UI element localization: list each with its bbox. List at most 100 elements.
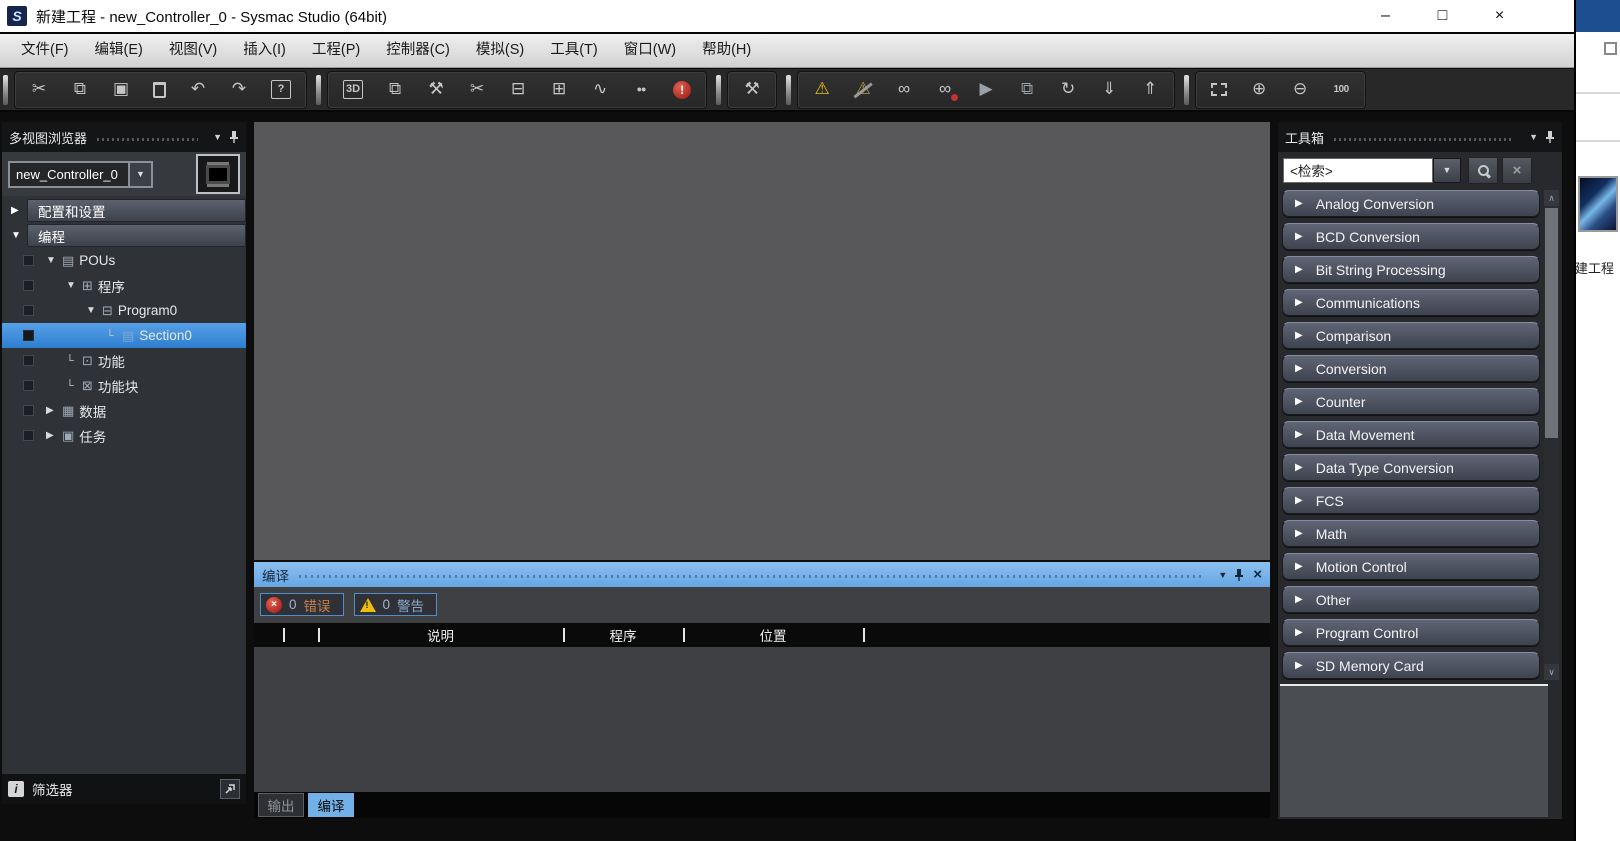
abort-build-icon[interactable]: ⚠ bbox=[854, 80, 872, 99]
controller-select[interactable]: new_Controller_0 ▼ bbox=[8, 161, 153, 188]
expander-icon[interactable]: ▶ bbox=[11, 205, 19, 216]
chevron-down-icon[interactable]: ▼ bbox=[213, 132, 222, 142]
menu-item-file[interactable]: 文件(F) bbox=[8, 34, 82, 67]
toolbox-category-bit-string-processing[interactable]: ▶Bit String Processing bbox=[1282, 256, 1540, 283]
scroll-down-button[interactable]: ∨ bbox=[1544, 664, 1559, 680]
toolbox-category-communications[interactable]: ▶Communications bbox=[1282, 289, 1540, 316]
expander-icon[interactable]: ▼ bbox=[66, 280, 77, 291]
pin-icon[interactable] bbox=[1545, 130, 1555, 144]
search-binoculars-icon[interactable]: ●● bbox=[632, 85, 650, 95]
toolbox-category-data-type-conversion[interactable]: ▶Data Type Conversion bbox=[1282, 454, 1540, 481]
undo-icon[interactable]: ↶ bbox=[189, 80, 207, 99]
toolbox-category-other[interactable]: ▶Other bbox=[1282, 586, 1540, 613]
tree-item-box[interactable] bbox=[23, 305, 34, 316]
scroll-up-button[interactable]: ∧ bbox=[1544, 190, 1559, 206]
toolbox-category-counter[interactable]: ▶Counter bbox=[1282, 388, 1540, 415]
menu-item-help[interactable]: 帮助(H) bbox=[689, 34, 764, 67]
tree-item-任务[interactable]: ▶▣任务 bbox=[2, 423, 246, 448]
windows-icon[interactable]: ⧉ bbox=[386, 80, 404, 99]
chevron-down-icon[interactable]: ▼ bbox=[128, 161, 153, 188]
menu-item-project[interactable]: 工程(P) bbox=[299, 34, 373, 67]
toolbar-gripper[interactable] bbox=[3, 75, 8, 105]
expander-icon[interactable]: ▶ bbox=[46, 405, 57, 416]
project-item-label[interactable]: 新建工程 bbox=[1570, 258, 1620, 278]
maximize-button[interactable]: □ bbox=[1414, 1, 1471, 31]
tree-item-box[interactable] bbox=[23, 280, 34, 291]
menu-item-window[interactable]: 窗口(W) bbox=[611, 34, 689, 67]
tree-item-Program0[interactable]: ▼⊟Program0 bbox=[2, 298, 246, 323]
simulation-pages-icon[interactable]: ⧉ bbox=[1018, 80, 1036, 99]
toolbar-gripper[interactable] bbox=[786, 75, 791, 105]
toolbox-category-sd-memory-card[interactable]: ▶SD Memory Card bbox=[1282, 652, 1540, 679]
run-simulation-icon[interactable]: ▶ bbox=[977, 80, 995, 99]
abort-icon[interactable]: ! bbox=[673, 81, 691, 99]
tree-item-box[interactable] bbox=[23, 430, 34, 441]
tab-输出[interactable]: 输出 bbox=[258, 793, 304, 817]
3d-view-icon[interactable]: 3D bbox=[343, 80, 363, 98]
cross-reference-icon[interactable]: ⚒ bbox=[743, 80, 761, 99]
tree-item-box[interactable] bbox=[23, 255, 34, 266]
synchronize-icon[interactable]: ↻ bbox=[1059, 80, 1077, 99]
close-button[interactable]: × bbox=[1471, 1, 1528, 31]
delete-icon[interactable] bbox=[153, 82, 166, 98]
toolbox-category-comparison[interactable]: ▶Comparison bbox=[1282, 322, 1540, 349]
controller-chip-button[interactable] bbox=[196, 154, 240, 194]
minimize-button[interactable]: – bbox=[1357, 1, 1414, 31]
transfer-download-icon[interactable]: ⇓ bbox=[1100, 80, 1118, 99]
tree-item-功能块[interactable]: └⊠功能块 bbox=[2, 373, 246, 398]
watch-window-icon[interactable]: ⊟ bbox=[509, 80, 527, 99]
zoom-fit-icon[interactable] bbox=[1211, 83, 1227, 96]
stop-monitor-icon[interactable]: ∞ bbox=[936, 80, 954, 99]
project-thumbnail[interactable] bbox=[1578, 176, 1618, 232]
toolbox-category-program-control[interactable]: ▶Program Control bbox=[1282, 619, 1540, 646]
tree-item-POUs[interactable]: ▼▤POUs bbox=[2, 248, 246, 273]
toolbox-category-fcs[interactable]: ▶FCS bbox=[1282, 487, 1540, 514]
menu-item-edit[interactable]: 编辑(E) bbox=[82, 34, 156, 67]
filter-pin-button[interactable] bbox=[220, 779, 240, 799]
search-dropdown-button[interactable]: ▼ bbox=[1433, 158, 1461, 183]
tree-item-box[interactable] bbox=[23, 405, 34, 416]
toolbar-gripper[interactable] bbox=[1184, 75, 1189, 105]
tree-section-配置和设置[interactable]: ▶配置和设置 bbox=[2, 198, 246, 223]
expander-icon[interactable]: ▼ bbox=[46, 255, 57, 266]
scrollbar-thumb[interactable] bbox=[1545, 208, 1558, 438]
help-icon[interactable]: ? bbox=[271, 80, 291, 98]
rebuild-icon[interactable]: ⚠ bbox=[813, 80, 831, 99]
menu-item-controller[interactable]: 控制器(C) bbox=[373, 34, 463, 67]
transfer-upload-icon[interactable]: ⇑ bbox=[1141, 80, 1159, 99]
toolbar-gripper[interactable] bbox=[716, 75, 721, 105]
search-button[interactable] bbox=[1468, 157, 1498, 184]
redo-icon[interactable]: ↷ bbox=[230, 80, 248, 99]
toolbox-category-math[interactable]: ▶Math bbox=[1282, 520, 1540, 547]
toolbox-category-analog-conversion[interactable]: ▶Analog Conversion bbox=[1282, 190, 1540, 217]
tree-item-功能[interactable]: └⊡功能 bbox=[2, 348, 246, 373]
split-view-icon[interactable]: ✂ bbox=[468, 80, 486, 99]
pin-icon[interactable] bbox=[229, 130, 239, 144]
tab-编译[interactable]: 编译 bbox=[308, 793, 354, 817]
background-checkbox[interactable] bbox=[1604, 42, 1617, 55]
error-badge[interactable]: ×0错误 bbox=[260, 593, 344, 616]
io-monitor-icon[interactable]: ∿ bbox=[591, 80, 609, 99]
toolbox-category-motion-control[interactable]: ▶Motion Control bbox=[1282, 553, 1540, 580]
search-input[interactable] bbox=[1283, 158, 1433, 183]
expander-icon[interactable]: ▼ bbox=[86, 305, 97, 316]
tree-section-编程[interactable]: ▼编程 bbox=[2, 223, 246, 248]
expander-icon[interactable]: ▼ bbox=[11, 230, 21, 241]
cut-icon[interactable]: ✂ bbox=[30, 80, 48, 99]
close-icon[interactable]: × bbox=[1253, 566, 1262, 583]
tree-item-数据[interactable]: ▶▦数据 bbox=[2, 398, 246, 423]
tree-item-程序[interactable]: ▼⊞程序 bbox=[2, 273, 246, 298]
warning-badge[interactable]: 0警告 bbox=[354, 593, 438, 616]
search-clear-button[interactable]: × bbox=[1502, 157, 1532, 184]
chevron-down-icon[interactable]: ▼ bbox=[1529, 132, 1538, 142]
expander-icon[interactable]: ▶ bbox=[46, 430, 57, 441]
zoom-in-icon[interactable]: ⊕ bbox=[1250, 80, 1268, 99]
toolbox-scrollbar[interactable]: ∧ ∨ bbox=[1544, 190, 1559, 680]
menu-item-view[interactable]: 视图(V) bbox=[156, 34, 230, 67]
toolbar-gripper[interactable] bbox=[316, 75, 321, 105]
zoom-100-icon[interactable]: 100 bbox=[1332, 84, 1350, 95]
copy-icon[interactable]: ⧉ bbox=[71, 80, 89, 99]
tree-item-Section0[interactable]: └▤Section0 bbox=[2, 323, 246, 348]
menu-item-tools[interactable]: 工具(T) bbox=[537, 34, 611, 67]
monitor-icon[interactable]: ∞ bbox=[895, 80, 913, 99]
